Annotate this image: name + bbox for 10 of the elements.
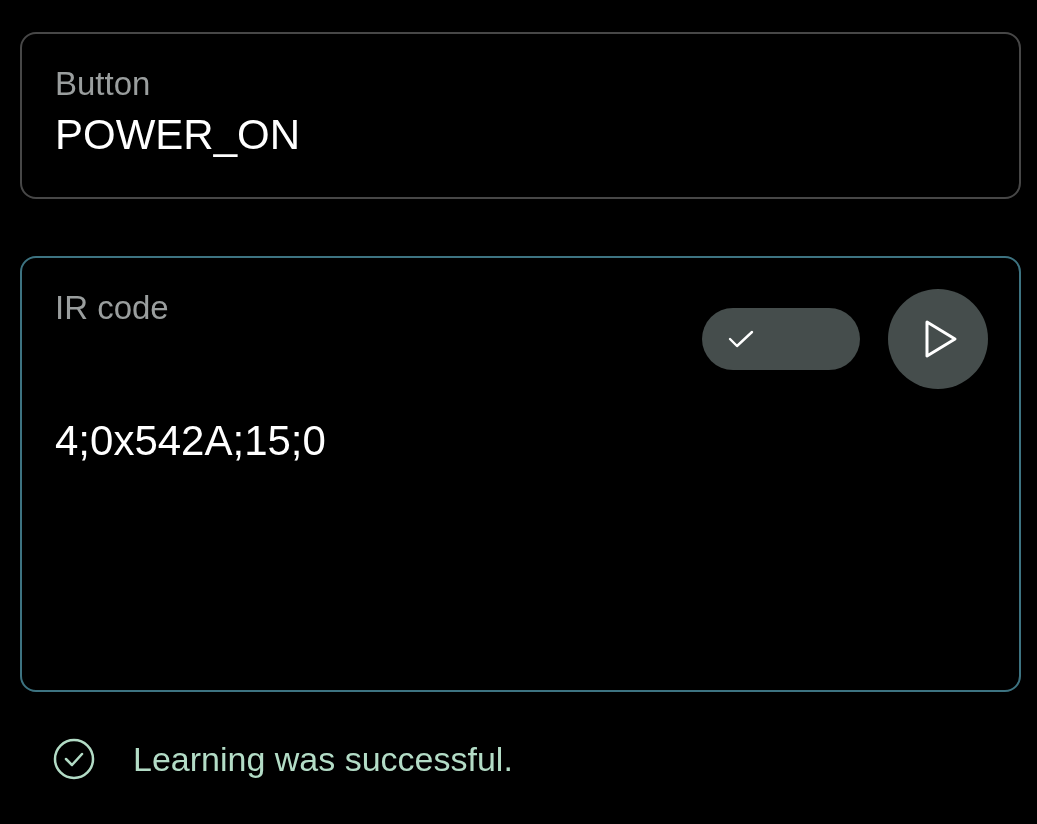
field-label: Button (55, 64, 152, 104)
text-field[interactable]: IR code 4;0x542A;15;0 (20, 256, 1021, 692)
text-field[interactable]: Button POWER_ON (20, 32, 1021, 199)
play-icon (924, 319, 958, 359)
check-icon (728, 329, 754, 349)
field-label: IR code (55, 288, 170, 328)
status-message: Learning was successful. (133, 739, 513, 780)
check-circle-icon (53, 738, 95, 780)
field-value: 4;0x542A;15;0 (55, 416, 327, 466)
field-value: POWER_ON (55, 110, 302, 160)
